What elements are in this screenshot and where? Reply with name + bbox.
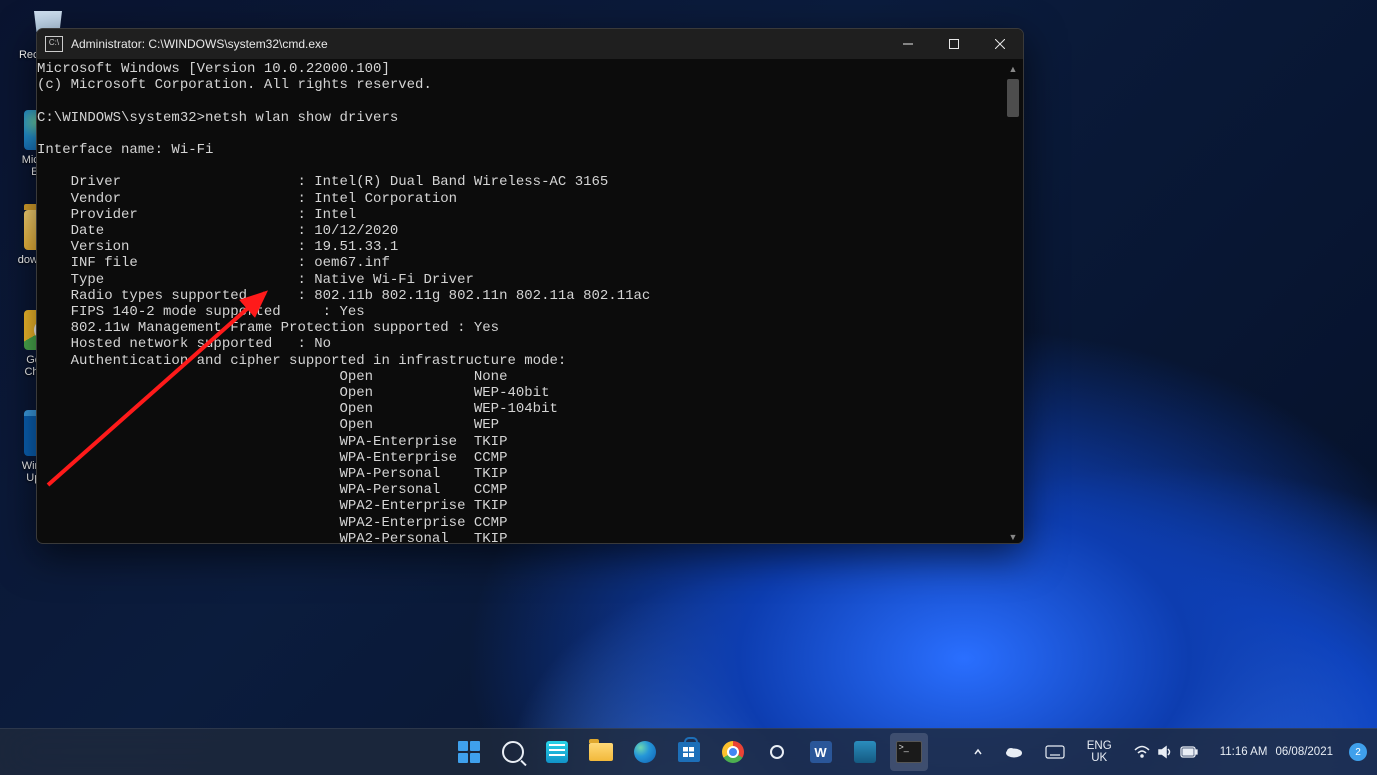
chrome-button[interactable]: [714, 733, 752, 771]
scroll-down-icon[interactable]: ▼: [1005, 529, 1021, 544]
search-button[interactable]: [494, 733, 532, 771]
lang-top: ENG: [1087, 740, 1112, 752]
store-icon: [678, 742, 700, 762]
scrollbar[interactable]: ▲ ▼: [1005, 61, 1021, 544]
volume-icon: [1158, 745, 1172, 759]
steps-recorder-button[interactable]: [846, 733, 884, 771]
settings-button[interactable]: [758, 733, 796, 771]
window-title: Administrator: C:\WINDOWS\system32\cmd.e…: [71, 37, 885, 51]
chrome-icon: [722, 741, 744, 763]
scroll-up-icon[interactable]: ▲: [1005, 61, 1021, 77]
minimize-button[interactable]: [885, 29, 931, 59]
task-view-button[interactable]: [538, 733, 576, 771]
gear-icon: [766, 741, 788, 763]
tray-onedrive[interactable]: [999, 742, 1029, 762]
folder-icon: [589, 743, 613, 761]
cmd-icon: C:\: [45, 36, 63, 52]
date: 06/08/2021: [1275, 745, 1333, 759]
taskbar[interactable]: W >_ ENG UK 11:16 AM 06/08/2021 2: [0, 728, 1377, 775]
lang-bottom: UK: [1091, 752, 1107, 764]
file-explorer-button[interactable]: [582, 733, 620, 771]
tray-overflow[interactable]: [967, 743, 989, 761]
cmd-taskbar-button[interactable]: >_: [890, 733, 928, 771]
edge-icon: [634, 741, 656, 763]
start-button[interactable]: [450, 733, 488, 771]
search-icon: [502, 741, 524, 763]
maximize-button[interactable]: [931, 29, 977, 59]
cmd-window[interactable]: C:\ Administrator: C:\WINDOWS\system32\c…: [36, 28, 1024, 544]
system-tray[interactable]: [1128, 741, 1204, 763]
edge-button[interactable]: [626, 733, 664, 771]
cmd-icon: >_: [896, 741, 922, 763]
window-titlebar[interactable]: C:\ Administrator: C:\WINDOWS\system32\c…: [37, 29, 1023, 59]
notifications-button[interactable]: 2: [1349, 743, 1367, 761]
word-button[interactable]: W: [802, 733, 840, 771]
word-icon: W: [810, 741, 832, 763]
tray-keyboard[interactable]: [1039, 741, 1071, 763]
taskview-icon: [546, 741, 568, 763]
language-switcher[interactable]: ENG UK: [1081, 736, 1118, 768]
terminal-output[interactable]: Microsoft Windows [Version 10.0.22000.10…: [37, 61, 1021, 544]
clock[interactable]: 11:16 AM 06/08/2021: [1214, 741, 1339, 763]
time: 11:16 AM: [1220, 745, 1268, 759]
battery-icon: [1180, 746, 1198, 758]
taskbar-center: W >_: [450, 733, 928, 771]
store-button[interactable]: [670, 733, 708, 771]
wifi-icon: [1134, 745, 1150, 759]
close-button[interactable]: [977, 29, 1023, 59]
steps-icon: [854, 741, 876, 763]
terminal-body[interactable]: Microsoft Windows [Version 10.0.22000.10…: [37, 59, 1023, 544]
scrollbar-thumb[interactable]: [1007, 79, 1019, 117]
